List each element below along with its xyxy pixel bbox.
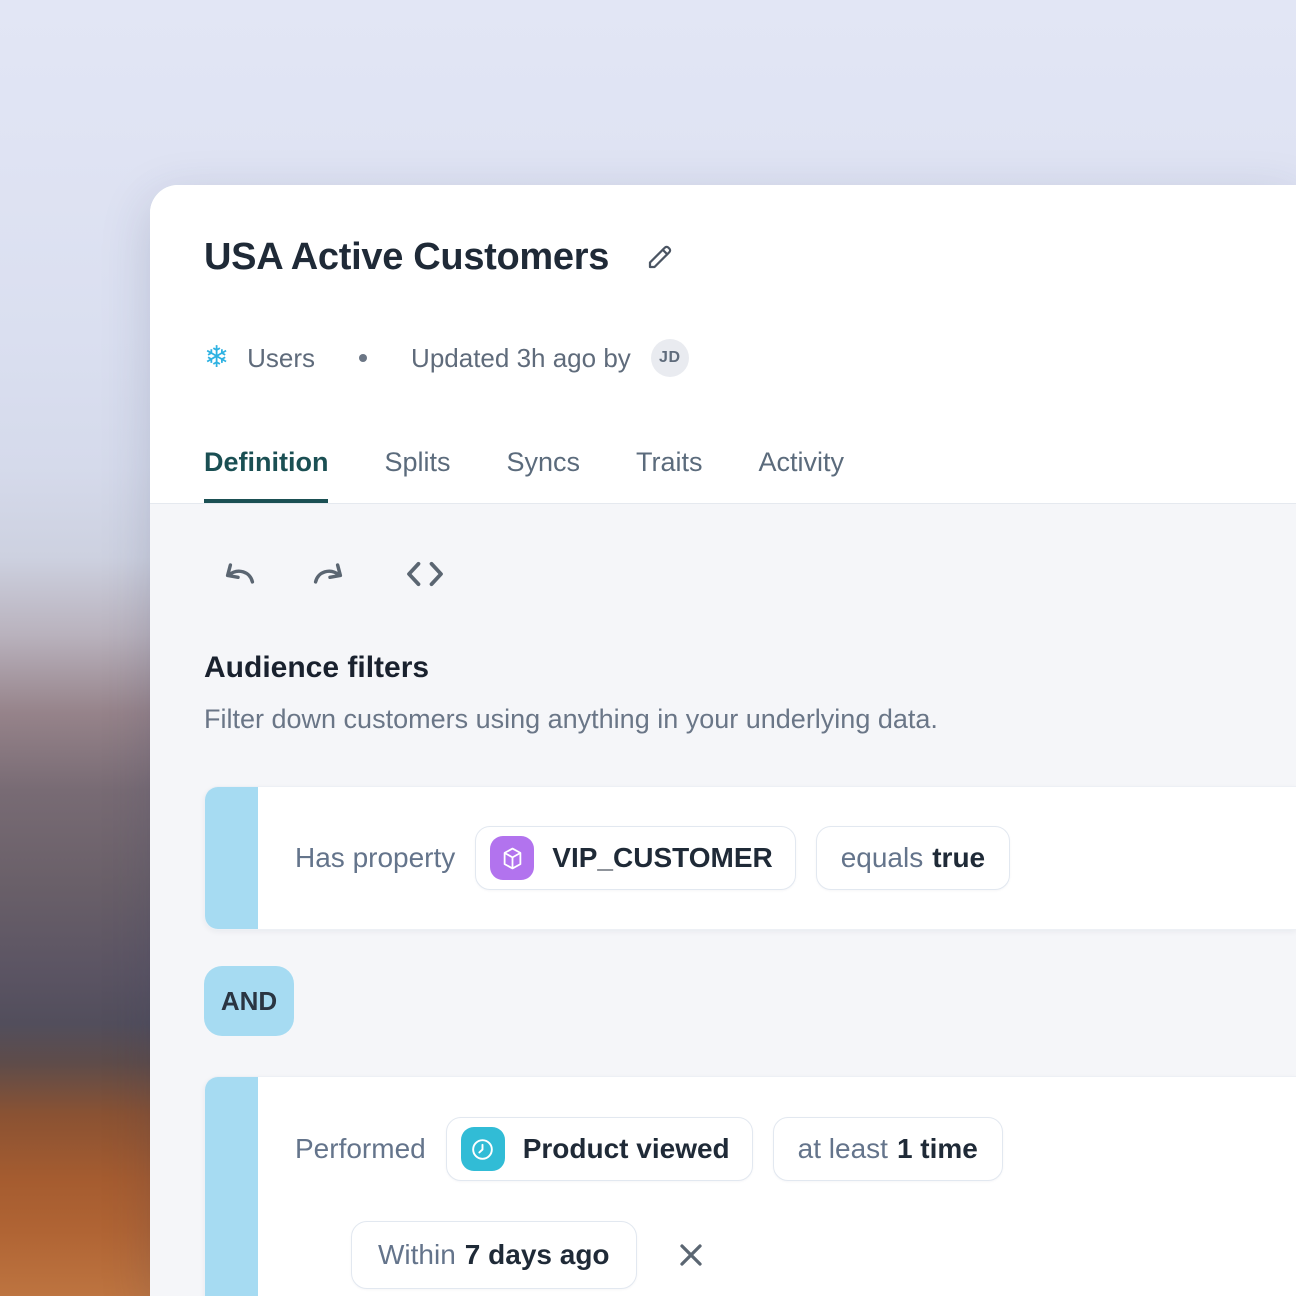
undo-icon (220, 561, 256, 587)
redo-button[interactable] (312, 561, 348, 587)
tab-bar: Definition Splits Syncs Traits Activity (204, 445, 1240, 503)
tab-traits[interactable]: Traits (636, 445, 703, 503)
time-window-operator: Within (378, 1239, 456, 1271)
source-type-label: Users (247, 339, 315, 377)
filter-row-label: Has property (295, 842, 455, 874)
condition-value: true (932, 842, 985, 874)
tab-definition[interactable]: Definition (204, 445, 328, 503)
time-window-chip[interactable]: Within 7 days ago (351, 1221, 637, 1289)
property-chip-label: VIP_CUSTOMER (552, 842, 772, 874)
filter-row-performed: Performed Product viewed at least 1 time (204, 1076, 1296, 1296)
meta-separator-dot (359, 354, 367, 362)
redo-icon (312, 561, 348, 587)
count-value: 1 time (897, 1133, 978, 1165)
snowflake-icon: ❄ (204, 343, 229, 373)
filter-row-accent-bar (205, 1077, 258, 1296)
code-icon (404, 558, 446, 590)
property-chip[interactable]: VIP_CUSTOMER (475, 826, 795, 890)
code-view-button[interactable] (404, 558, 446, 590)
condition-operator: equals (841, 842, 924, 874)
cube-icon (490, 836, 534, 880)
page-title: USA Active Customers (204, 235, 609, 279)
remove-filter-button[interactable] (673, 1237, 709, 1273)
updated-text: Updated 3h ago by (411, 339, 631, 377)
edit-title-button[interactable] (645, 242, 675, 272)
tab-activity[interactable]: Activity (759, 445, 845, 503)
count-chip[interactable]: at least 1 time (773, 1117, 1003, 1181)
tab-splits[interactable]: Splits (384, 445, 450, 503)
event-condition-line: Performed Product viewed at least 1 time (295, 1077, 1296, 1221)
avatar: JD (651, 339, 689, 377)
and-conjunction-badge[interactable]: AND (204, 966, 294, 1036)
filter-row-has-property: Has property VIP_CUSTOMER equals true (204, 786, 1296, 930)
x-icon (673, 1237, 709, 1273)
editor-toolbar (204, 558, 1240, 590)
filter-row-content: Has property VIP_CUSTOMER equals true (258, 787, 1296, 929)
definition-body: Audience filters Filter down customers u… (150, 504, 1296, 1296)
title-row: USA Active Customers (204, 235, 1240, 279)
section-heading: Audience filters (204, 648, 1240, 688)
condition-chip[interactable]: equals true (816, 826, 1010, 890)
tab-syncs[interactable]: Syncs (507, 445, 581, 503)
section-subheading: Filter down customers using anything in … (204, 702, 1240, 736)
filter-row-label: Performed (295, 1133, 426, 1165)
audience-panel: USA Active Customers ❄ Users Updated 3h … (150, 185, 1296, 1296)
event-chip-label: Product viewed (523, 1133, 730, 1165)
event-chip[interactable]: Product viewed (446, 1117, 753, 1181)
time-window-line: Within 7 days ago (351, 1221, 1296, 1289)
undo-button[interactable] (220, 561, 256, 587)
filter-row-content: Performed Product viewed at least 1 time (258, 1077, 1296, 1296)
meta-row: ❄ Users Updated 3h ago by JD (204, 339, 1240, 377)
filter-row-accent-bar (205, 787, 258, 929)
pencil-icon (645, 242, 675, 272)
clock-icon (461, 1127, 505, 1171)
time-window-value: 7 days ago (465, 1239, 610, 1271)
count-operator: at least (798, 1133, 888, 1165)
panel-header: USA Active Customers ❄ Users Updated 3h … (150, 185, 1296, 503)
